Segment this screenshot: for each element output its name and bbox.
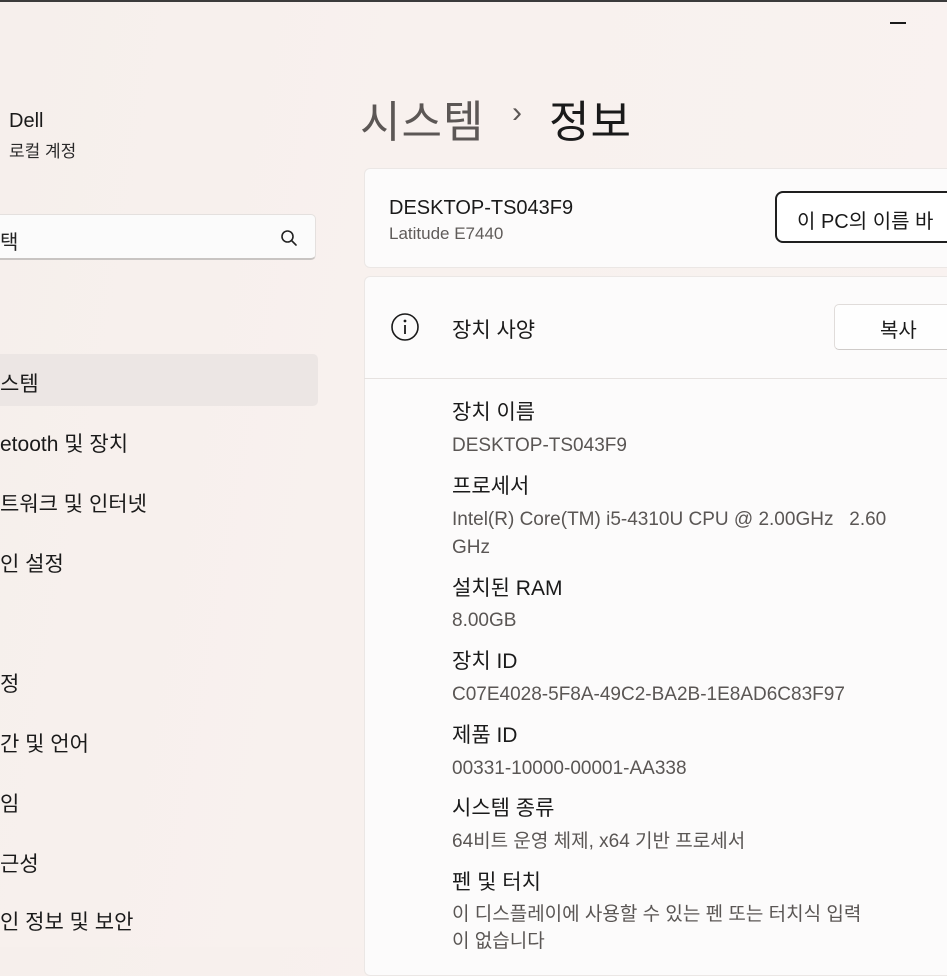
spec-value: Intel(R) Core(TM) i5-4310U CPU @ 2.00GHz… [452,509,887,530]
device-model: Latitude E7440 [389,224,504,243]
spec-value-continued: GHz [452,537,490,558]
minimize-icon[interactable] [890,22,906,24]
device-specs-title: 장치 사양 [452,319,536,342]
copy-button-label: 복사 [880,320,917,342]
page-title: 정보 [549,98,632,147]
sidebar-item-label: etooth 및 장치 [0,433,129,456]
spec-label: 설치된 RAM [452,577,563,600]
sidebar-item-label: 간 및 언어 [0,733,89,756]
info-icon [391,313,419,341]
sidebar-item-label: 인 정보 및 보안 [0,911,134,934]
sidebar-item-label: 임 [0,793,20,816]
spec-value: 이 디스플레이에 사용할 수 있는 펜 또는 터치식 입력 [452,904,862,925]
spec-value: 64비트 운영 체제, x64 기반 프로세서 [452,831,746,852]
divider [364,378,947,379]
account-type: 로컬 계정 [9,142,77,161]
spec-label: 시스템 종류 [452,797,555,820]
sidebar-item-label: 스템 [0,373,39,396]
rename-pc-button-label: 이 PC의 이름 바 [797,211,934,233]
chevron-right-icon: › [512,96,522,129]
sidebar-item-accessibility[interactable] [0,834,318,886]
sidebar-item-label: 트워크 및 인터넷 [0,493,147,516]
spec-value: C07E4028-5F8A-49C2-BA2B-1E8AD6C83F97 [452,684,845,705]
sidebar-item-gaming[interactable] [0,774,318,826]
sidebar-item-label: 정 [0,673,20,696]
search-input-text: 택 [0,232,19,254]
spec-value: 8.00GB [452,610,517,631]
breadcrumb-parent[interactable]: 시스템 [360,86,484,150]
search-input[interactable] [0,214,316,260]
spec-label: 제품 ID [452,724,518,747]
spec-value: 00331-10000-00001-AA338 [452,758,687,779]
sidebar-item-label: 근성 [0,853,39,876]
sidebar-item-system[interactable] [0,354,318,406]
sidebar-item-label: 인 설정 [0,553,64,576]
window-top-border [0,0,947,2]
search-icon[interactable] [280,229,298,247]
spec-label: 프로세서 [452,475,530,498]
spec-value: DESKTOP-TS043F9 [452,435,627,456]
device-name: DESKTOP-TS043F9 [389,197,574,219]
spec-label: 펜 및 터치 [452,871,541,894]
sidebar-item-accounts[interactable] [0,654,318,706]
spec-value-continued: 이 없습니다 [452,931,545,952]
spec-label: 장치 ID [452,650,518,673]
account-name: Dell [9,110,44,132]
spec-label: 장치 이름 [452,401,536,424]
